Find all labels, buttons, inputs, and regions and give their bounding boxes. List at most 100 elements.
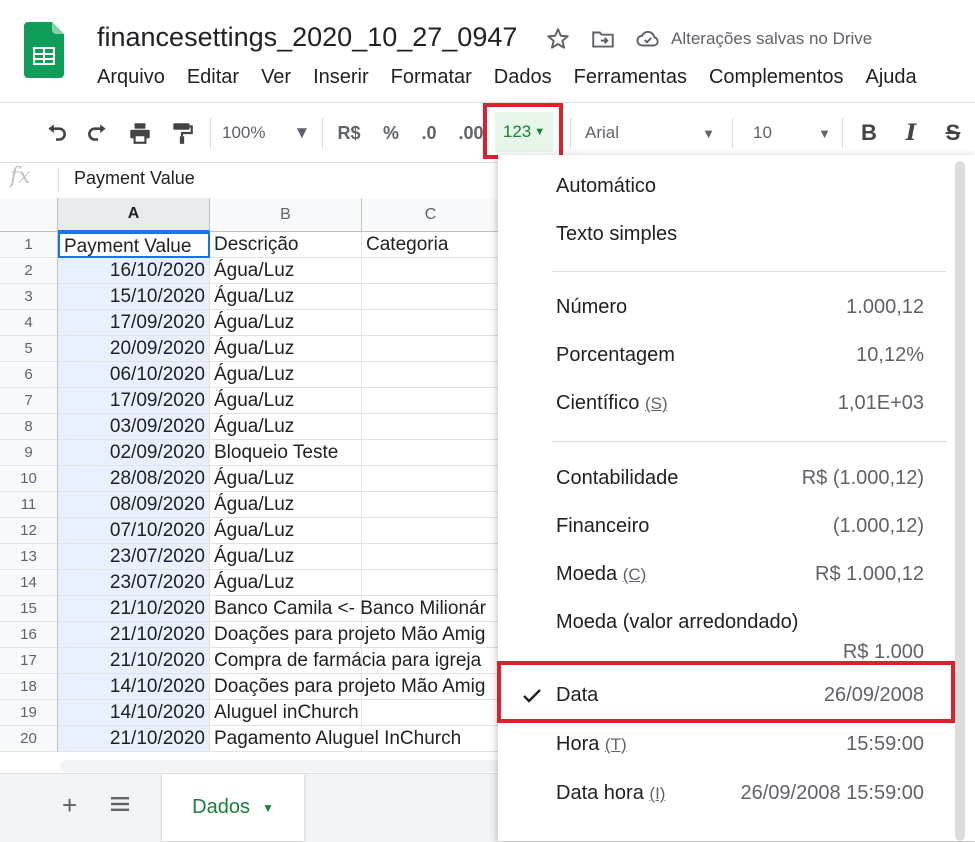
cell-b[interactable]: Água/Luz bbox=[210, 258, 362, 284]
cell-c[interactable] bbox=[362, 310, 500, 336]
zoom-select[interactable]: 100% ▼ bbox=[222, 118, 312, 148]
cell-a[interactable]: 21/10/2020 bbox=[58, 622, 210, 648]
cell-b[interactable]: Água/Luz bbox=[210, 544, 362, 570]
row-header[interactable]: 1 bbox=[0, 232, 58, 258]
cell-c[interactable] bbox=[362, 440, 500, 466]
italic-button[interactable]: I bbox=[896, 118, 926, 148]
row-header[interactable]: 6 bbox=[0, 362, 58, 388]
increase-decimals-button[interactable]: .00 bbox=[456, 118, 486, 148]
chevron-down-icon[interactable]: ▼ bbox=[262, 801, 274, 815]
add-sheet-button[interactable]: + bbox=[62, 790, 77, 821]
cell-a[interactable]: 28/08/2020 bbox=[58, 466, 210, 492]
cell-b[interactable]: Compra de farmácia para igreja bbox=[210, 648, 481, 674]
cell-b[interactable]: Bloqueio Teste bbox=[210, 440, 362, 466]
column-header-c[interactable]: C bbox=[362, 198, 500, 232]
format-time[interactable]: Hora (T) 15:59:00 bbox=[498, 725, 958, 765]
cell-c[interactable] bbox=[362, 336, 500, 362]
print-button[interactable] bbox=[124, 118, 156, 148]
cell-a[interactable]: 08/09/2020 bbox=[58, 492, 210, 518]
cell-a[interactable]: 23/07/2020 bbox=[58, 570, 210, 596]
cell-b[interactable]: Doações para projeto Mão Amig bbox=[210, 674, 485, 700]
cell-c[interactable] bbox=[362, 414, 500, 440]
row-header[interactable]: 2 bbox=[0, 258, 58, 284]
cell-a[interactable]: 21/10/2020 bbox=[58, 596, 210, 622]
cell-a[interactable]: 21/10/2020 bbox=[58, 648, 210, 674]
cell-c[interactable] bbox=[362, 258, 500, 284]
cell-b[interactable]: Água/Luz bbox=[210, 466, 362, 492]
strikethrough-button[interactable]: S bbox=[938, 118, 968, 148]
cell-a[interactable]: 07/10/2020 bbox=[58, 518, 210, 544]
cell-a[interactable]: 20/09/2020 bbox=[58, 336, 210, 362]
sheet-tab-dados[interactable]: Dados ▼ bbox=[162, 774, 304, 841]
row-header[interactable]: 3 bbox=[0, 284, 58, 310]
cell-a[interactable]: 16/10/2020 bbox=[58, 258, 210, 284]
saved-status[interactable]: Alterações salvas no Drive bbox=[671, 29, 872, 49]
row-header[interactable]: 9 bbox=[0, 440, 58, 466]
cell-b[interactable]: Doações para projeto Mão Amig bbox=[210, 622, 485, 648]
cell-b[interactable]: Água/Luz bbox=[210, 570, 362, 596]
cell-b[interactable]: Aluguel inChurch bbox=[210, 700, 362, 726]
cell-c[interactable] bbox=[362, 596, 500, 622]
cell-b[interactable]: Pagamento Aluguel InChurch bbox=[210, 726, 461, 752]
row-header[interactable]: 7 bbox=[0, 388, 58, 414]
paint-format-button[interactable] bbox=[166, 118, 198, 148]
move-to-folder-icon[interactable] bbox=[590, 26, 616, 52]
horizontal-scrollbar[interactable] bbox=[60, 760, 500, 772]
menu-ferramentas[interactable]: Ferramentas bbox=[563, 66, 698, 92]
cell-a[interactable]: 23/07/2020 bbox=[58, 544, 210, 570]
row-header[interactable]: 18 bbox=[0, 674, 58, 700]
row-header[interactable]: 11 bbox=[0, 492, 58, 518]
all-sheets-icon[interactable] bbox=[108, 792, 132, 816]
format-accounting[interactable]: Contabilidade R$ (1.000,12) bbox=[498, 459, 958, 499]
star-icon[interactable] bbox=[545, 26, 571, 52]
cell-c[interactable] bbox=[362, 388, 500, 414]
row-header[interactable]: 17 bbox=[0, 648, 58, 674]
cell-c[interactable] bbox=[362, 284, 500, 310]
column-header-a[interactable]: A bbox=[58, 198, 210, 232]
cell-b[interactable]: Água/Luz bbox=[210, 388, 362, 414]
cell-c[interactable]: Categoria bbox=[362, 232, 500, 258]
cell-c[interactable] bbox=[362, 570, 500, 596]
cell-b[interactable]: Água/Luz bbox=[210, 310, 362, 336]
cell-a[interactable]: 02/09/2020 bbox=[58, 440, 210, 466]
formula-input[interactable]: Payment Value bbox=[74, 168, 195, 189]
redo-button[interactable] bbox=[82, 118, 114, 148]
format-datetime[interactable]: Data hora (I) 26/09/2008 15:59:00 bbox=[498, 774, 958, 814]
cell-b[interactable]: Água/Luz bbox=[210, 492, 362, 518]
percent-format-button[interactable]: % bbox=[378, 118, 404, 148]
format-financial[interactable]: Financeiro (1.000,12) bbox=[498, 507, 958, 547]
cell-b[interactable]: Água/Luz bbox=[210, 336, 362, 362]
font-select[interactable]: Arial ▼ bbox=[585, 118, 715, 148]
row-header[interactable]: 14 bbox=[0, 570, 58, 596]
cell-c[interactable] bbox=[362, 466, 500, 492]
undo-button[interactable] bbox=[40, 118, 72, 148]
cell-a[interactable]: 06/10/2020 bbox=[58, 362, 210, 388]
row-header[interactable]: 15 bbox=[0, 596, 58, 622]
format-percent[interactable]: Porcentagem 10,12% bbox=[498, 336, 958, 376]
cell-c[interactable] bbox=[362, 544, 500, 570]
format-currency-rounded[interactable]: Moeda (valor arredondado) R$ 1.000 bbox=[498, 603, 958, 663]
menu-scrollbar[interactable] bbox=[955, 161, 965, 841]
cell-b[interactable]: Água/Luz bbox=[210, 414, 362, 440]
format-plain-text[interactable]: Texto simples bbox=[498, 215, 958, 255]
bold-button[interactable]: B bbox=[854, 118, 884, 148]
cell-c[interactable] bbox=[362, 700, 500, 726]
sheets-logo-icon[interactable] bbox=[24, 22, 64, 78]
cell-a[interactable]: 14/10/2020 bbox=[58, 700, 210, 726]
format-automatic[interactable]: Automático bbox=[498, 167, 958, 207]
menu-ver[interactable]: Ver bbox=[250, 66, 302, 92]
row-header[interactable]: 20 bbox=[0, 726, 58, 752]
menu-dados[interactable]: Dados bbox=[483, 66, 563, 92]
cell-c[interactable] bbox=[362, 362, 500, 388]
cell-c[interactable] bbox=[362, 726, 500, 752]
cell-a[interactable]: 17/09/2020 bbox=[58, 388, 210, 414]
menu-formatar[interactable]: Formatar bbox=[380, 66, 483, 92]
cell-a[interactable]: 17/09/2020 bbox=[58, 310, 210, 336]
column-header-b[interactable]: B bbox=[210, 198, 362, 232]
row-header[interactable]: 16 bbox=[0, 622, 58, 648]
cell-a[interactable]: 15/10/2020 bbox=[58, 284, 210, 310]
cell-a[interactable]: 03/09/2020 bbox=[58, 414, 210, 440]
cell-c[interactable] bbox=[362, 492, 500, 518]
row-header[interactable]: 8 bbox=[0, 414, 58, 440]
format-currency[interactable]: Moeda (C) R$ 1.000,12 bbox=[498, 555, 958, 595]
